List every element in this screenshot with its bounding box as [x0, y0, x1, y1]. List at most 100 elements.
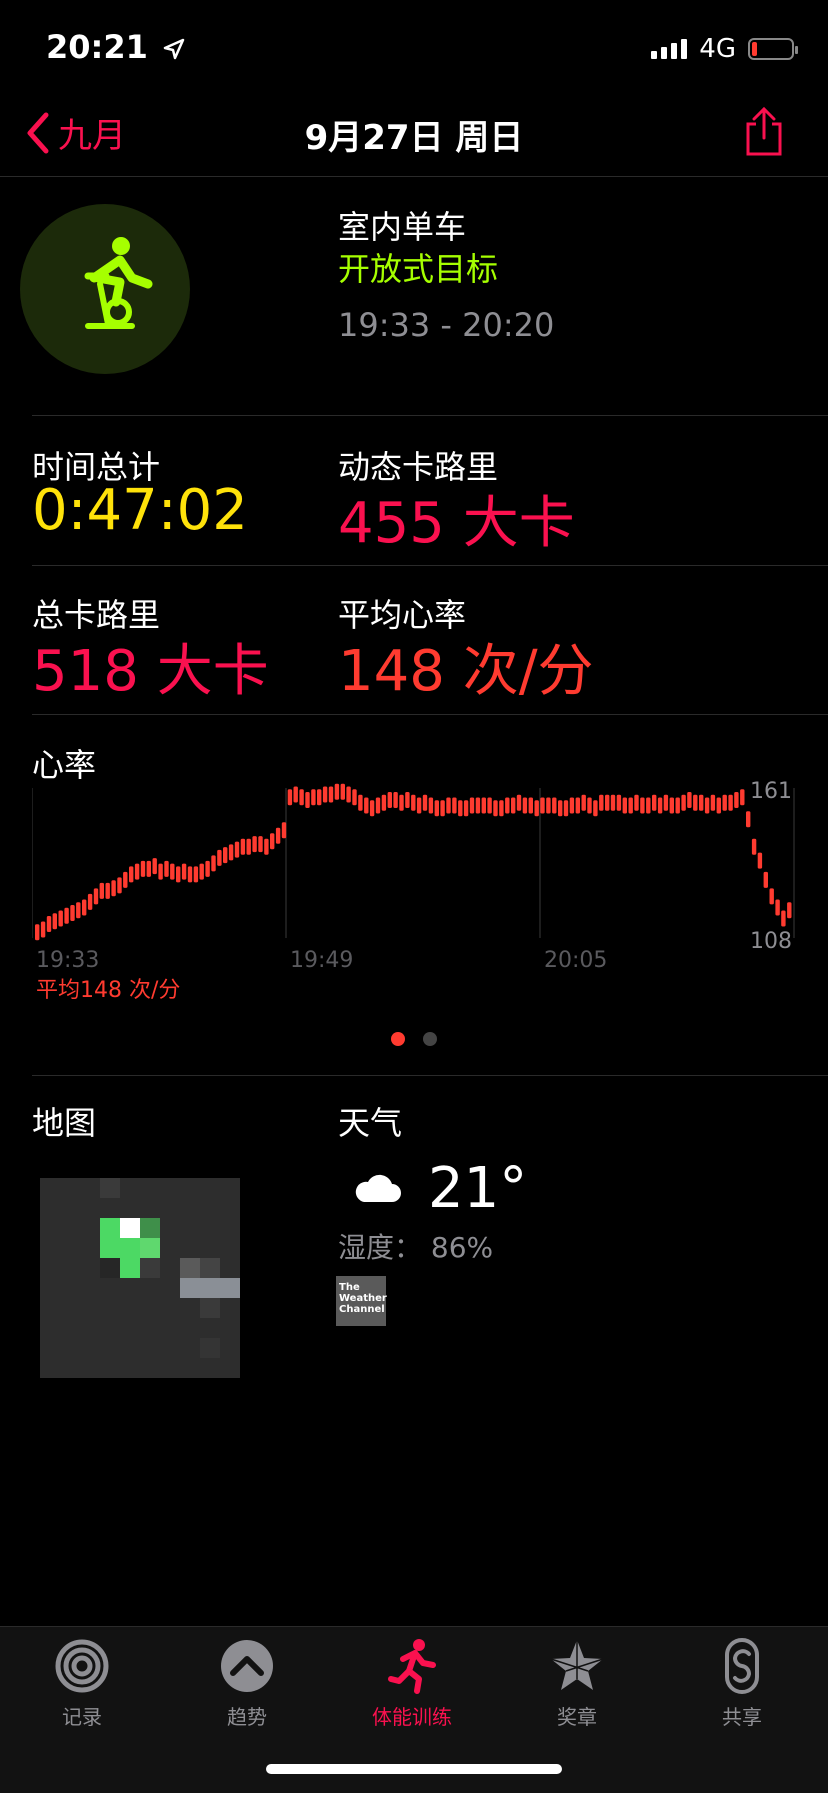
- heart-rate-bar: [610, 794, 616, 811]
- heart-rate-bar: [246, 838, 251, 855]
- heart-rate-bar: [734, 792, 739, 808]
- status-right: 4G: [651, 34, 798, 64]
- heart-rate-average: 平均148 次/分: [36, 978, 181, 1003]
- heart-rate-bar: [569, 797, 575, 814]
- heart-rate-bar: [58, 910, 63, 927]
- heart-rate-bar: [87, 893, 93, 910]
- heart-rate-bar: [416, 797, 422, 814]
- heart-rate-bar: [293, 786, 298, 803]
- page-indicator[interactable]: [0, 1032, 828, 1046]
- heart-rate-bar: [328, 786, 334, 803]
- tab-trends[interactable]: 趋势: [187, 1637, 307, 1730]
- heart-rate-bar: [228, 844, 234, 861]
- cloud-icon: [355, 1174, 401, 1202]
- tab-activity[interactable]: 记录: [22, 1637, 142, 1730]
- heart-rate-bar: [311, 789, 316, 806]
- route-map[interactable]: [40, 1178, 240, 1378]
- heart-rate-chart[interactable]: 19:33 19:49 20:05 161 108: [32, 778, 796, 998]
- heart-rate-bar: [193, 866, 199, 883]
- heart-rate-bar: [581, 794, 586, 811]
- tab-workouts[interactable]: 体能训练: [352, 1637, 472, 1730]
- active-calories-value: 455 大卡: [338, 491, 575, 556]
- heart-rate-bar: [499, 800, 504, 817]
- heart-rate-bar: [751, 838, 757, 855]
- heart-rate-bar: [111, 880, 116, 897]
- heart-rate-bar: [516, 794, 522, 811]
- heart-rate-bar: [240, 838, 246, 855]
- page-dot-2[interactable]: [423, 1032, 437, 1046]
- heart-rate-bar: [663, 794, 669, 811]
- y-tick-label: 161: [750, 779, 792, 804]
- tab-awards[interactable]: 奖章: [517, 1637, 637, 1730]
- heart-rate-bar: [746, 811, 751, 828]
- status-time: 20:21: [46, 28, 185, 66]
- heart-rate-bar: [728, 794, 733, 811]
- tab-sharing[interactable]: 共享: [682, 1637, 802, 1730]
- cellular-signal-icon: [651, 39, 688, 59]
- heart-rate-bar: [187, 866, 193, 883]
- heart-rate-bar: [528, 797, 533, 814]
- y-tick-label: 108: [750, 929, 792, 954]
- x-tick-label: 19:49: [290, 948, 353, 973]
- workout-runner-icon: [388, 1639, 436, 1694]
- heart-rate-bar: [522, 797, 528, 814]
- heart-rate-bar: [699, 794, 704, 811]
- heart-rate-bar: [334, 783, 340, 800]
- heart-rate-bar: [440, 800, 445, 817]
- workout-goal: 开放式目标: [338, 250, 499, 288]
- heart-rate-bar: [375, 797, 381, 814]
- heart-rate-bar: [681, 794, 686, 811]
- tab-label: 趋势: [227, 1705, 267, 1729]
- heart-rate-bar: [223, 847, 228, 864]
- heart-rate-bar: [399, 794, 404, 811]
- workout-time-range: 19:33 - 20:20: [338, 306, 555, 344]
- heart-rate-bar: [146, 860, 151, 877]
- heart-rate-bar: [452, 797, 457, 814]
- heart-rate-bar: [40, 921, 46, 938]
- heart-rate-bar: [769, 888, 774, 905]
- share-icon[interactable]: [742, 106, 786, 158]
- heart-rate-bar: [358, 794, 363, 811]
- heart-rate-bar: [317, 789, 322, 806]
- home-indicator[interactable]: [266, 1764, 562, 1774]
- heart-rate-bar: [346, 786, 351, 803]
- divider: [32, 1075, 828, 1076]
- heart-rate-bar: [117, 877, 122, 894]
- awards-star-icon: [550, 1640, 604, 1690]
- heart-rate-bar: [422, 794, 428, 811]
- heart-rate-bar: [781, 910, 786, 927]
- heart-rate-bar: [687, 792, 692, 808]
- page-dot-1[interactable]: [391, 1032, 405, 1046]
- heart-rate-bar: [546, 797, 551, 814]
- nav-bar: 九月 9月27日 周日: [0, 96, 828, 177]
- heart-rate-bar: [82, 899, 87, 916]
- x-tick-label: 20:05: [544, 948, 607, 973]
- heart-rate-bar: [369, 800, 375, 817]
- tab-label: 体能训练: [372, 1705, 452, 1729]
- tab-label: 共享: [722, 1705, 762, 1729]
- heart-rate-bar: [123, 871, 128, 888]
- heart-rate-bar: [481, 797, 486, 814]
- heart-rate-bar: [775, 899, 780, 916]
- heart-rate-bar: [217, 849, 222, 866]
- heart-rate-bar: [640, 797, 645, 814]
- heart-rate-bar: [757, 852, 763, 869]
- heart-rate-bar: [657, 797, 663, 814]
- heart-rate-bar: [211, 855, 216, 872]
- heart-rate-bar: [264, 838, 269, 855]
- heart-rate-bar: [170, 863, 175, 880]
- heart-rate-bar: [181, 863, 187, 880]
- heart-rate-bar: [322, 786, 328, 803]
- heart-rate-bar: [558, 800, 563, 817]
- heart-rate-bar: [704, 797, 710, 814]
- heart-rate-bar: [393, 792, 398, 808]
- heart-rate-bar: [99, 882, 104, 899]
- heart-rate-bar: [176, 866, 181, 883]
- heart-rate-bar: [716, 797, 721, 814]
- heart-rate-bar: [234, 841, 240, 858]
- heart-rate-bar: [622, 797, 627, 814]
- heart-rate-bar: [763, 871, 768, 888]
- heart-rate-bar: [164, 860, 169, 877]
- heart-rate-bar: [605, 794, 610, 811]
- heart-rate-bar: [505, 797, 510, 814]
